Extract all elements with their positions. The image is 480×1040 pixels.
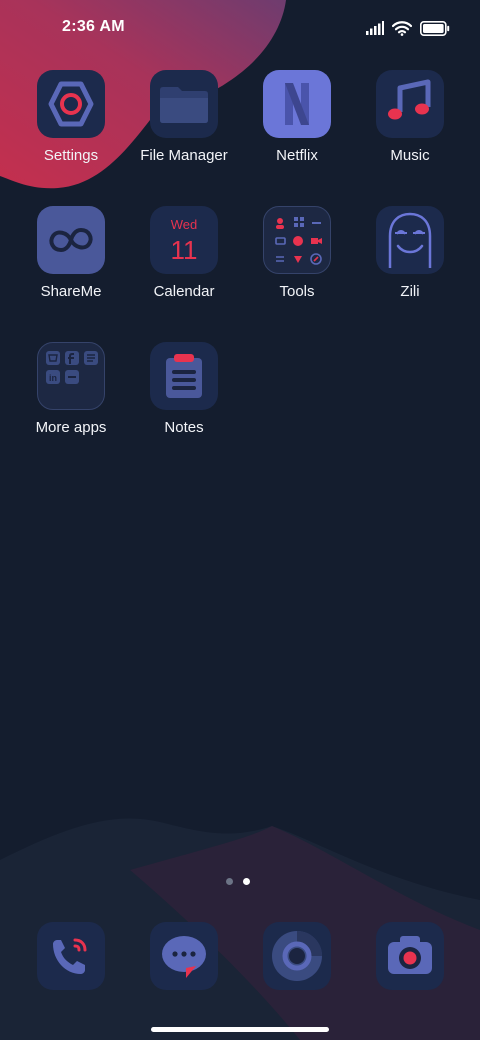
app-label: Zili xyxy=(400,283,420,300)
music-note-icon xyxy=(376,70,444,138)
status-time: 2:36 AM xyxy=(62,18,125,35)
app-label: Music xyxy=(390,147,430,164)
messages-icon xyxy=(162,936,206,978)
netflix-icon xyxy=(263,70,331,138)
page-dot-active[interactable] xyxy=(243,878,250,885)
signal-icon xyxy=(366,21,384,35)
dock-browser[interactable] xyxy=(263,922,331,990)
dock-camera[interactable] xyxy=(376,922,444,990)
linkedin-glyph: in xyxy=(49,373,57,383)
app-file-manager[interactable]: File Manager xyxy=(124,70,244,190)
zili-face-icon xyxy=(376,206,444,274)
browser-icon xyxy=(272,931,322,981)
app-tools[interactable]: Tools xyxy=(237,206,357,326)
page-indicator xyxy=(226,878,250,885)
app-label: Notes xyxy=(164,419,204,436)
wifi-icon xyxy=(392,21,412,36)
app-netflix[interactable]: Netflix xyxy=(237,70,357,190)
status-icons xyxy=(366,18,450,38)
settings-icon xyxy=(37,70,105,138)
app-settings[interactable]: Settings xyxy=(11,70,131,190)
calendar-day: Wed xyxy=(171,217,198,232)
infinity-icon xyxy=(37,206,105,274)
app-calendar[interactable]: Wed 11 Calendar xyxy=(124,206,244,326)
page-dot[interactable] xyxy=(226,878,233,885)
status-bar: 2:36 AM xyxy=(0,0,480,56)
dock-phone[interactable] xyxy=(37,922,105,990)
app-zili[interactable]: Zili xyxy=(350,206,470,326)
apps-folder-icon: in xyxy=(37,342,105,410)
folder-icon xyxy=(150,70,218,138)
battery-icon xyxy=(420,20,450,36)
dock-messages[interactable] xyxy=(150,922,218,990)
app-shareme[interactable]: ShareMe xyxy=(11,206,131,326)
notes-icon xyxy=(150,342,218,410)
home-indicator[interactable] xyxy=(151,1027,329,1032)
app-more-apps[interactable]: in More apps xyxy=(11,342,131,462)
calendar-date: 11 xyxy=(171,235,198,265)
app-music[interactable]: Music xyxy=(350,70,470,190)
app-notes[interactable]: Notes xyxy=(124,342,244,462)
camera-icon xyxy=(388,936,432,974)
tools-folder-icon xyxy=(263,206,331,274)
phone-icon xyxy=(53,938,87,974)
calendar-icon: Wed 11 xyxy=(150,206,218,274)
